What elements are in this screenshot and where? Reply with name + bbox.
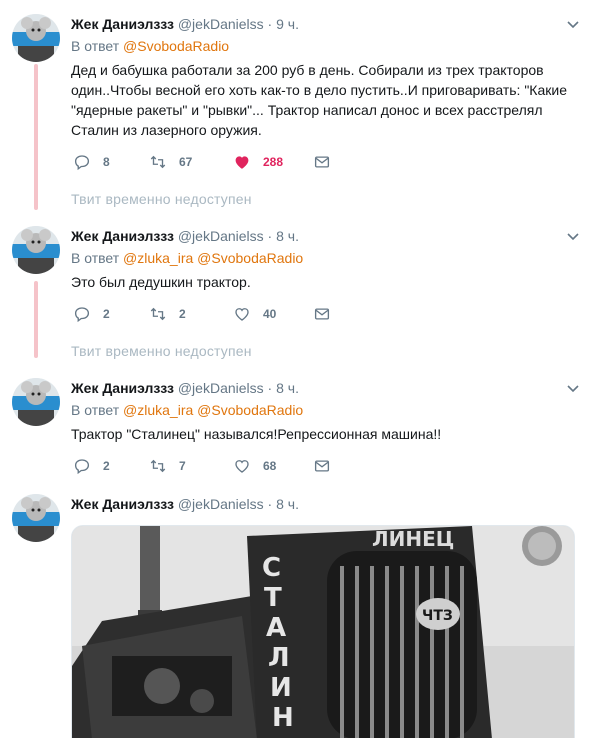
- avatar[interactable]: [12, 226, 60, 274]
- message-button[interactable]: [313, 302, 331, 326]
- tweet-text: Трактор "Сталинец" назывался!Репрессионн…: [71, 426, 442, 442]
- svg-text:А: А: [266, 613, 286, 643]
- chevron-down-icon[interactable]: [565, 228, 581, 244]
- chevron-down-icon[interactable]: [565, 380, 581, 396]
- like-button[interactable]: 40: [233, 302, 276, 326]
- reply-context: В ответ @SvobodaRadio: [71, 36, 581, 56]
- separator-dot: ·: [267, 496, 273, 512]
- envelope-icon: [314, 156, 330, 168]
- separator-dot: ·: [267, 380, 273, 396]
- display-name[interactable]: Жек Даниэлззз: [71, 16, 174, 32]
- tractor-photo: С Т А Л И Н ЛИНЕЦ ЧТЗ: [72, 526, 574, 738]
- reply-prefix: В ответ: [71, 38, 120, 54]
- tweet-header: Жек Даниэлззз @jekDanielss · 8 ч.: [71, 494, 581, 514]
- avatar[interactable]: [12, 494, 60, 542]
- reply-count: 2: [103, 307, 110, 321]
- reply-mention-link[interactable]: @zluka_ira @SvobodaRadio: [123, 402, 303, 418]
- tweet-header: Жек Даниэлззз @jekDanielss · 8 ч.: [71, 226, 581, 246]
- tweet-text: Дед и бабушка работали за 200 руб в день…: [71, 62, 567, 138]
- like-button[interactable]: 68: [233, 454, 276, 478]
- heart-outline-icon: [235, 460, 249, 473]
- display-name[interactable]: Жек Даниэлззз: [71, 228, 174, 244]
- chevron-down-icon[interactable]: [565, 16, 581, 32]
- reply-button[interactable]: 2: [73, 454, 110, 478]
- reply-context: В ответ @zluka_ira @SvobodaRadio: [71, 400, 581, 420]
- reply-button[interactable]: 8: [73, 150, 110, 174]
- retweet-count: 67: [179, 155, 193, 169]
- heart-filled-icon: [235, 156, 249, 169]
- heart-outline-icon: [235, 308, 249, 321]
- avatar-image: [12, 14, 60, 62]
- timestamp[interactable]: 8 ч.: [276, 496, 299, 512]
- like-count: 288: [263, 155, 284, 169]
- timestamp[interactable]: 8 ч.: [276, 228, 299, 244]
- user-handle[interactable]: @jekDanielss: [178, 16, 264, 32]
- thread-line: [34, 281, 38, 358]
- avatar-image: [12, 494, 60, 542]
- retweet-icon: [150, 155, 166, 169]
- avatar-image: [12, 226, 60, 274]
- svg-text:Л: Л: [268, 643, 290, 673]
- display-name[interactable]: Жек Даниэлззз: [71, 380, 174, 396]
- tweet-header: Жек Даниэлззз @jekDanielss · 9 ч.: [71, 14, 581, 34]
- tweet-header: Жек Даниэлззз @jekDanielss · 8 ч.: [71, 378, 581, 398]
- user-handle[interactable]: @jekDanielss: [178, 380, 264, 396]
- tweet-unavailable-notice: Твит временно недоступен: [71, 191, 252, 207]
- reply-count: 2: [103, 459, 110, 473]
- reply-prefix: В ответ: [71, 402, 120, 418]
- svg-text:ЧТЗ: ЧТЗ: [422, 608, 453, 624]
- avatar-image: [12, 378, 60, 426]
- reply-icon: [74, 155, 90, 171]
- like-count: 68: [263, 459, 277, 473]
- reply-mention-link[interactable]: @zluka_ira @SvobodaRadio: [123, 250, 303, 266]
- user-handle[interactable]: @jekDanielss: [178, 496, 264, 512]
- svg-text:Н: Н: [272, 703, 294, 733]
- retweet-count: 2: [179, 307, 186, 321]
- svg-text:Т: Т: [264, 583, 282, 613]
- svg-text:С: С: [262, 553, 281, 583]
- envelope-icon: [314, 460, 330, 472]
- retweet-icon: [150, 459, 166, 473]
- reply-mention-link[interactable]: @SvobodaRadio: [123, 38, 229, 54]
- message-button[interactable]: [313, 150, 331, 174]
- tweet-text: Это был дедушкин трактор.: [71, 274, 251, 290]
- reply-button[interactable]: 2: [73, 302, 110, 326]
- retweet-icon: [150, 307, 166, 321]
- reply-icon: [74, 459, 90, 475]
- separator-dot: ·: [267, 228, 273, 244]
- display-name[interactable]: Жек Даниэлззз: [71, 496, 174, 512]
- retweet-button[interactable]: 2: [149, 302, 186, 326]
- retweet-count: 7: [179, 459, 186, 473]
- tweet-media-image[interactable]: С Т А Л И Н ЛИНЕЦ ЧТЗ: [71, 525, 575, 738]
- reply-context: В ответ @zluka_ira @SvobodaRadio: [71, 248, 581, 268]
- tweet-actions: 2 7 68: [71, 454, 581, 478]
- tweet-unavailable-notice: Твит временно недоступен: [71, 343, 252, 359]
- tweet-actions: 8 67 288: [71, 150, 581, 174]
- like-button[interactable]: 288: [233, 150, 283, 174]
- retweet-button[interactable]: 7: [149, 454, 186, 478]
- timestamp[interactable]: 8 ч.: [276, 380, 299, 396]
- timestamp[interactable]: 9 ч.: [276, 16, 299, 32]
- like-count: 40: [263, 307, 277, 321]
- avatar[interactable]: [12, 14, 60, 62]
- envelope-icon: [314, 308, 330, 320]
- tweet-actions: 2 2 40: [71, 302, 581, 326]
- svg-text:ЛИНЕЦ: ЛИНЕЦ: [372, 527, 454, 551]
- reply-prefix: В ответ: [71, 250, 120, 266]
- retweet-button[interactable]: 67: [149, 150, 192, 174]
- svg-text:И: И: [270, 673, 292, 703]
- thread-line: [34, 64, 38, 210]
- reply-icon: [74, 307, 90, 323]
- avatar[interactable]: [12, 378, 60, 426]
- message-button[interactable]: [313, 454, 331, 478]
- user-handle[interactable]: @jekDanielss: [178, 228, 264, 244]
- reply-count: 8: [103, 155, 110, 169]
- separator-dot: ·: [267, 16, 273, 32]
